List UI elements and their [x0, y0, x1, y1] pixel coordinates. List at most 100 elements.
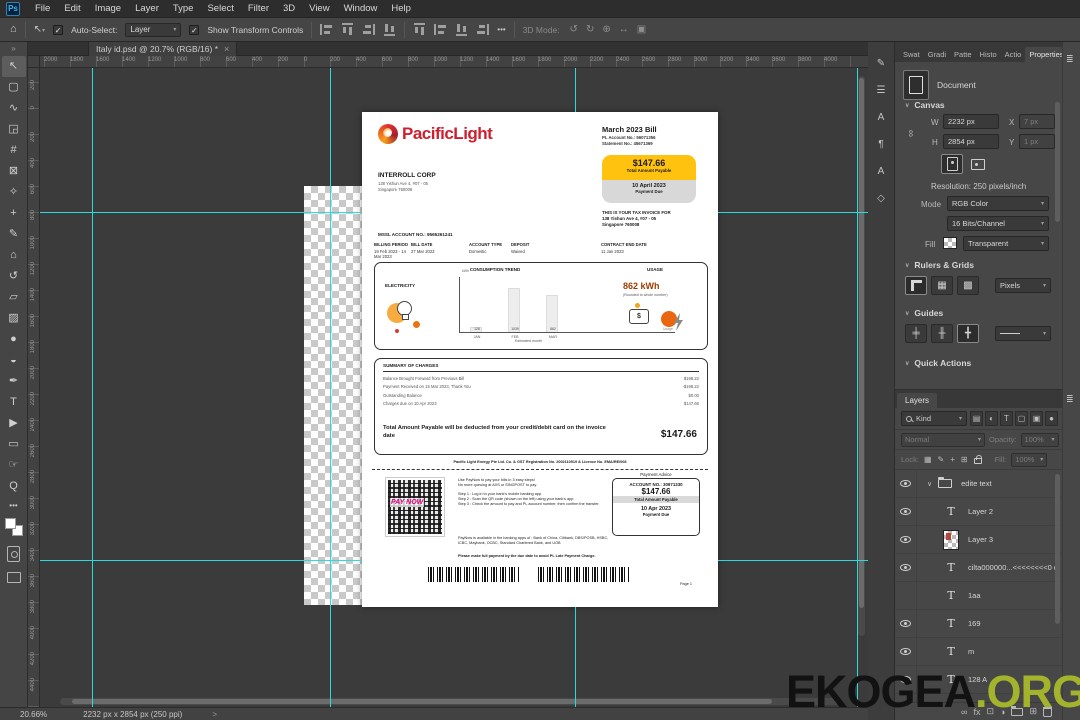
portrait-orientation-button[interactable]: [941, 154, 963, 174]
filter-shape-layers-icon[interactable]: ▢: [1015, 411, 1028, 426]
layer-visibility-toggle[interactable]: [895, 610, 917, 637]
layer-visibility-toggle[interactable]: [895, 582, 917, 609]
ruler-h[interactable]: 2000180016001400120010008006004002000200…: [40, 56, 868, 68]
menu-edit[interactable]: Edit: [57, 0, 87, 18]
layers-panel-menu-icon[interactable]: ≣: [1066, 394, 1074, 405]
path-selection-tool[interactable]: ▶: [2, 413, 26, 434]
ruler-corner[interactable]: [28, 56, 40, 68]
filter-pixel-layers-icon[interactable]: ▤: [970, 411, 983, 426]
lock-move-icon[interactable]: +: [950, 455, 955, 464]
layer-name[interactable]: cilta000000...<<<<<<<<0 d: [968, 563, 1058, 572]
layer-m[interactable]: T m: [895, 638, 1062, 666]
toggle-rulers-button[interactable]: [905, 276, 927, 295]
quick-mask-button[interactable]: [7, 546, 20, 562]
horizontal-scrollbar[interactable]: [60, 698, 840, 705]
menu-view[interactable]: View: [302, 0, 336, 18]
link-dimensions-icon[interactable]: ∞: [905, 130, 916, 137]
type-tool[interactable]: T: [2, 392, 26, 413]
group-chevron-icon[interactable]: ∨: [927, 480, 932, 488]
properties-scrollbar[interactable]: [1055, 102, 1060, 222]
adjustment-layer-icon[interactable]: ◑: [1000, 707, 1005, 717]
tab-layers[interactable]: Layers: [897, 393, 937, 408]
y-field[interactable]: 1 px: [1019, 134, 1055, 149]
blur-tool[interactable]: ●: [2, 329, 26, 350]
new-group-icon[interactable]: [1011, 708, 1023, 716]
lasso-tool[interactable]: ∿: [2, 98, 26, 119]
libraries-panel-icon[interactable]: ◇: [871, 189, 891, 207]
auto-select-dropdown[interactable]: Layer▾: [125, 23, 181, 37]
crop-tool[interactable]: #: [2, 140, 26, 161]
edit-toolbar-icon[interactable]: •••: [9, 501, 17, 510]
lock-artboard-icon[interactable]: ⊞: [961, 455, 968, 464]
align-right-icon[interactable]: [362, 24, 375, 35]
distribute-left-icon[interactable]: [456, 23, 467, 36]
filter-pin-icon[interactable]: ●: [1045, 411, 1058, 426]
move-tool[interactable]: ↖: [2, 56, 26, 77]
layer-name[interactable]: Layer 3: [968, 535, 993, 544]
zoom-level-field[interactable]: 20.66%: [20, 710, 47, 719]
3d-pan-icon[interactable]: ⊕: [600, 24, 612, 35]
layer-name[interactable]: Layer 2: [968, 507, 993, 516]
filter-adjustment-layers-icon[interactable]: ◐: [985, 411, 998, 426]
align-more-button[interactable]: •••: [497, 26, 505, 34]
align-center-icon[interactable]: [342, 23, 353, 36]
fill-dropdown[interactable]: Transparent▾: [963, 236, 1049, 251]
frame-tool[interactable]: ⊠: [2, 161, 26, 182]
layer-visibility-toggle[interactable]: [895, 666, 917, 693]
layer-layer-3[interactable]: Layer 3: [895, 526, 1062, 554]
toggle-guides-button[interactable]: ╪: [905, 324, 927, 343]
filter-type-layers-icon[interactable]: T: [1000, 411, 1013, 426]
character-panel-icon[interactable]: A: [871, 108, 891, 126]
hand-tool[interactable]: ☞: [2, 455, 26, 476]
paragraph-panel-icon[interactable]: ¶: [871, 135, 891, 153]
new-layer-icon[interactable]: ⊞: [1029, 706, 1037, 717]
toggle-grid-button[interactable]: ▦: [931, 276, 953, 295]
menu-image[interactable]: Image: [88, 0, 128, 18]
panel-tab[interactable]: Gradi: [924, 47, 950, 62]
layer-128[interactable]: T 128 A: [895, 666, 1062, 694]
pen-tool[interactable]: ✒: [2, 371, 26, 392]
dodge-tool[interactable]: ◒: [2, 350, 26, 371]
align-top-icon[interactable]: [384, 23, 395, 36]
lock-paint-icon[interactable]: ✎: [938, 455, 945, 464]
layer-name[interactable]: 128 A: [968, 675, 987, 684]
layer-name[interactable]: 169: [968, 619, 981, 628]
distribute-horizontal-icon[interactable]: [414, 23, 425, 36]
bit-depth-dropdown[interactable]: 16 Bits/Channel▾: [947, 216, 1049, 231]
opacity-field[interactable]: 100%▾: [1021, 433, 1059, 447]
clone-stamp-tool[interactable]: ⌂: [2, 245, 26, 266]
layer-name[interactable]: edite text: [961, 479, 991, 488]
panel-tab[interactable]: Histo: [976, 47, 1001, 62]
add-layer-mask-icon[interactable]: ⊡: [986, 706, 994, 717]
brush-settings-icon[interactable]: ✎: [871, 54, 891, 72]
ruler-units-dropdown[interactable]: Pixels▾: [995, 278, 1051, 293]
delete-layer-icon[interactable]: [1043, 707, 1052, 717]
edit-guides-button[interactable]: ╋: [957, 324, 979, 343]
rectangular-marquee-tool[interactable]: ▢: [2, 77, 26, 98]
height-field[interactable]: 2854 px: [943, 134, 999, 149]
foreground-color-swatch[interactable]: [5, 518, 16, 529]
show-transform-checkbox[interactable]: ✓: [189, 25, 199, 35]
rulers-grids-section-header[interactable]: ∨Rulers & Grids: [905, 260, 974, 270]
fill-field[interactable]: 100%▾: [1011, 453, 1047, 467]
layer-1aa[interactable]: T 1aa: [895, 582, 1062, 610]
panel-tab[interactable]: Actio: [1001, 47, 1026, 62]
properties-panel-menu-icon[interactable]: ≣: [1066, 54, 1074, 65]
filter-smart-objects-icon[interactable]: ▣: [1030, 411, 1043, 426]
layer-visibility-toggle[interactable]: [895, 470, 917, 497]
menu-file[interactable]: File: [28, 0, 57, 18]
toggle-pixel-grid-button[interactable]: ▩: [957, 276, 979, 295]
document-tab[interactable]: Italy id.psd @ 20.7% (RGB/16) * ×: [88, 42, 237, 56]
align-left-icon[interactable]: [320, 24, 333, 35]
collapse-toolbar-icon[interactable]: »: [11, 44, 15, 56]
3d-dolly-icon[interactable]: ▣: [635, 24, 648, 35]
menu-3d[interactable]: 3D: [276, 0, 302, 18]
3d-roll-icon[interactable]: ↻: [584, 24, 596, 35]
layer-169[interactable]: T 169: [895, 610, 1062, 638]
layers-scrollbar[interactable]: [1055, 474, 1060, 624]
layer-visibility-toggle[interactable]: [895, 526, 917, 553]
gradient-tool[interactable]: ▨: [2, 308, 26, 329]
distribute-bottom-icon[interactable]: [476, 24, 489, 35]
guides-section-header[interactable]: ∨Guides: [905, 308, 943, 318]
blend-mode-dropdown[interactable]: Normal▾: [901, 433, 985, 447]
